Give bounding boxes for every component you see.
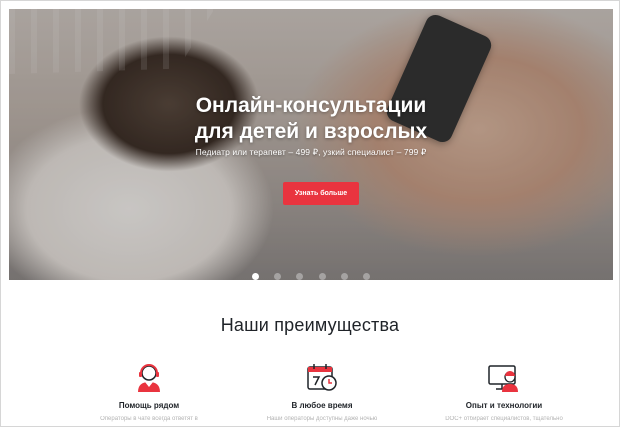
slider-dot-1[interactable] (252, 273, 260, 280)
advantages-title: Наши преимущества (220, 315, 400, 335)
hero-banner: Онлайн-консультации для детей и взрослых… (9, 9, 613, 280)
doctor-monitor-icon (488, 365, 518, 392)
advantages-list: Помощь рядом Операторы в чате всегда отв… (9, 361, 613, 428)
hero-title-line-1: Онлайн-консультации (195, 94, 427, 117)
advantage-description: Операторы в чате всегда ответят в (100, 416, 198, 422)
calendar-clock-icon (307, 364, 337, 391)
hero-title-line-2: для детей и взрослых (194, 120, 428, 143)
learn-more-button[interactable]: Узнать больше (283, 182, 359, 205)
advantage-title: Помощь рядом (118, 401, 180, 410)
hero-content: Онлайн-консультации для детей и взрослых… (9, 9, 613, 280)
advantage-title: Опыт и технологии (465, 401, 543, 410)
operator-icon (138, 364, 160, 392)
slider-dots (9, 265, 613, 280)
advantage-item: Помощь рядом Операторы в чате всегда отв… (54, 361, 244, 423)
slider-dot-6[interactable] (362, 273, 370, 280)
hero-subtitle: Педиатр или терапевт – 499 ₽, узкий спец… (195, 147, 427, 157)
slider-dot-2[interactable] (274, 273, 282, 280)
advantage-description: Наши операторы доступны даже ночью (266, 416, 378, 422)
advantage-item: Опыт и технологии DOC+ отбирает специали… (409, 361, 599, 423)
advantage-title: В любое время (291, 401, 353, 410)
slider-dot-3[interactable] (296, 273, 304, 280)
slider-dot-5[interactable] (340, 273, 348, 280)
hero-title: Онлайн-консультации для детей и взрослых (9, 93, 613, 145)
page-frame: Онлайн-консультации для детей и взрослых… (0, 0, 620, 427)
advantage-item: В любое время Наши операторы доступны да… (227, 361, 417, 423)
advantage-description: DOC+ отбирает специалистов, тщательно (445, 416, 563, 422)
slider-dot-4[interactable] (318, 273, 326, 280)
